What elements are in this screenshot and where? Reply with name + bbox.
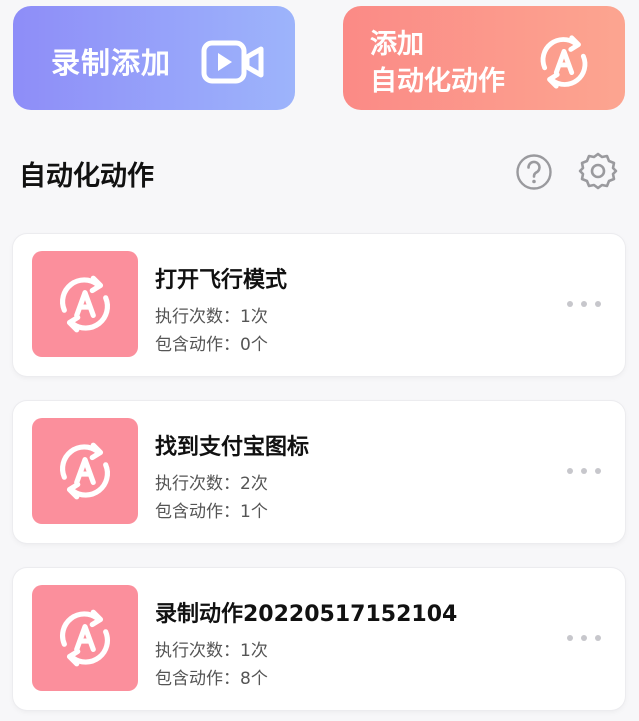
action-thumbnail	[32, 251, 138, 357]
question-circle-icon[interactable]	[515, 153, 553, 191]
action-exec-count: 执行次数：1次	[155, 641, 268, 661]
action-card[interactable]: 打开飞行模式 执行次数：1次 包含动作：0个	[13, 234, 625, 376]
action-contains-count: 包含动作：8个	[155, 669, 268, 689]
action-name: 录制动作20220517152104	[155, 602, 458, 627]
action-name: 找到支付宝图标	[155, 435, 310, 460]
section-title: 自动化动作	[19, 161, 154, 192]
automation-page: 录制添加 添加 自动化动作 自动化动作 打开飞行模式 执行次数：1次 包含动作：…	[0, 0, 639, 721]
record-add-label: 录制添加	[51, 46, 172, 80]
action-thumbnail	[32, 418, 138, 524]
action-contains-count: 包含动作：1个	[155, 502, 268, 522]
more-dots-icon[interactable]	[567, 464, 601, 478]
action-exec-count: 执行次数：1次	[155, 307, 268, 327]
action-card[interactable]: 找到支付宝图标 执行次数：2次 包含动作：1个	[13, 401, 625, 543]
auto-cycle-icon	[60, 275, 110, 333]
video-camera-icon	[201, 40, 264, 84]
more-dots-icon[interactable]	[567, 297, 601, 311]
more-dots-icon[interactable]	[567, 631, 601, 645]
action-name: 打开飞行模式	[155, 268, 288, 293]
auto-cycle-icon	[60, 442, 110, 500]
action-card[interactable]: 录制动作20220517152104 执行次数：1次 包含动作：8个	[13, 568, 625, 710]
add-automation-line1: 添加	[370, 29, 424, 60]
record-add-button[interactable]: 录制添加	[13, 6, 295, 110]
add-automation-line2: 自动化动作	[370, 66, 505, 97]
auto-cycle-icon	[540, 35, 588, 89]
action-contains-count: 包含动作：0个	[155, 335, 268, 355]
action-thumbnail	[32, 585, 138, 691]
add-automation-button[interactable]: 添加 自动化动作	[343, 6, 625, 110]
gear-icon[interactable]	[578, 151, 618, 191]
action-exec-count: 执行次数：2次	[155, 474, 268, 494]
auto-cycle-icon	[60, 609, 110, 667]
add-automation-label: 添加 自动化动作	[370, 26, 505, 100]
